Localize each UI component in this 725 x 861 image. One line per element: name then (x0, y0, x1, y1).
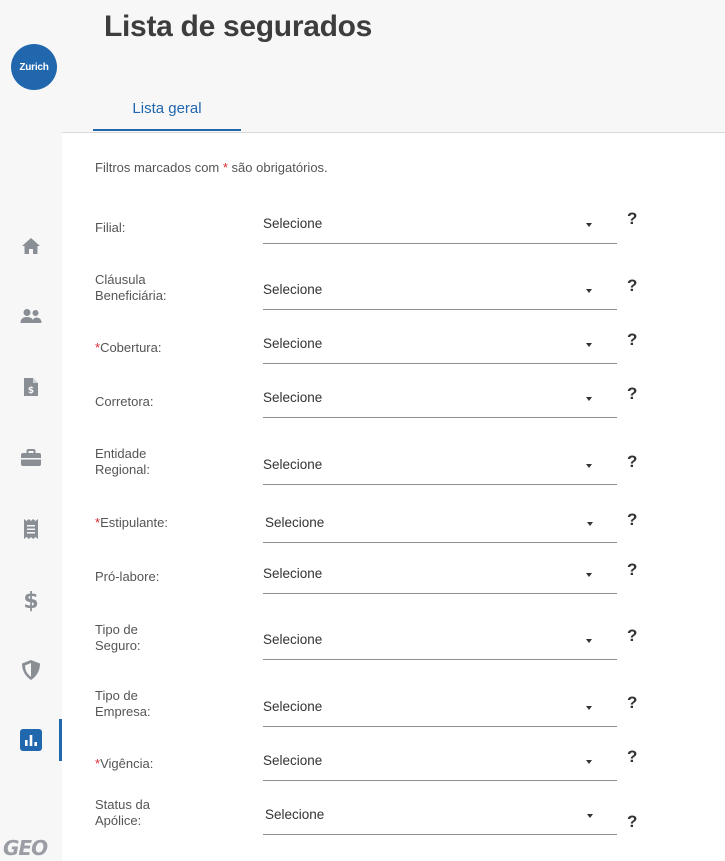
select-value: Selecione (263, 566, 323, 581)
nav-users[interactable] (0, 296, 62, 336)
filter-label: Entidade Regional: (95, 446, 185, 478)
filter-label-text: Corretora: (95, 394, 154, 409)
select-value: Selecione (263, 282, 323, 297)
caret-down-icon (587, 522, 593, 526)
nav-insurance[interactable] (0, 650, 62, 690)
filter-select[interactable]: Selecione (263, 210, 617, 244)
active-nav-indicator (59, 719, 62, 761)
geo-logo: GEO (3, 836, 48, 860)
select-value: Selecione (263, 457, 323, 472)
help-icon[interactable]: ? (627, 812, 637, 832)
filter-label-text: Vigência: (100, 756, 154, 771)
sidebar: Zurich $ $ GEO (0, 0, 62, 861)
select-value: Selecione (265, 515, 325, 530)
help-icon[interactable]: ? (627, 693, 637, 713)
caret-down-icon (586, 289, 592, 293)
document-dollar-icon: $ (24, 378, 38, 396)
nav-receipts[interactable] (0, 509, 62, 549)
caret-down-icon (586, 464, 592, 468)
help-icon[interactable]: ? (627, 209, 637, 229)
filter-label-text: Tipo de Seguro: (95, 622, 141, 653)
filter-label: Tipo de Seguro: (95, 622, 185, 654)
help-icon[interactable]: ? (627, 626, 637, 646)
shield-icon (22, 660, 40, 680)
help-icon[interactable]: ? (627, 276, 637, 296)
caret-down-icon (586, 397, 592, 401)
nav-billing[interactable]: $ (0, 367, 62, 407)
filter-select[interactable]: Selecione (263, 509, 617, 543)
filter-select[interactable]: Selecione (263, 330, 617, 364)
caret-down-icon (586, 573, 592, 577)
filter-select[interactable]: Selecione (263, 451, 617, 485)
page-header: Lista de segurados Lista geral (62, 0, 725, 133)
note-text-end: são obrigatórios. (227, 160, 328, 175)
caret-down-icon (586, 760, 592, 764)
help-icon[interactable]: ? (627, 510, 637, 530)
filter-label-text: Entidade Regional: (95, 446, 150, 477)
help-icon[interactable]: ? (627, 560, 637, 580)
tab-lista-geral[interactable]: Lista geral (93, 90, 241, 131)
nav-business[interactable] (0, 438, 62, 478)
help-icon[interactable]: ? (627, 747, 637, 767)
required-filters-note: Filtros marcados com * são obrigatórios. (95, 160, 328, 175)
filter-select[interactable]: Selecione (263, 626, 617, 660)
help-icon[interactable]: ? (627, 330, 637, 350)
filter-label-text: Filial: (95, 220, 126, 235)
filter-label: Corretora: (95, 394, 245, 410)
users-icon (20, 309, 42, 323)
filter-label-text: Pró-labore: (95, 569, 160, 584)
filter-label: Cláusula Beneficiária: (95, 272, 185, 304)
filter-select[interactable]: Selecione (263, 747, 617, 781)
filter-select[interactable]: Selecione (263, 801, 617, 835)
filter-label: Status da Apólice: (95, 797, 185, 829)
dollar-icon: $ (24, 589, 38, 612)
select-value: Selecione (263, 216, 323, 231)
caret-down-icon (586, 223, 592, 227)
page-title: Lista de segurados (104, 10, 373, 43)
briefcase-icon (21, 449, 41, 466)
help-icon[interactable]: ? (627, 384, 637, 404)
caret-down-icon (586, 706, 592, 710)
tab-label: Lista geral (132, 100, 202, 117)
filter-label: *Vigência: (95, 756, 245, 772)
caret-down-icon (586, 343, 592, 347)
svg-text:$: $ (28, 386, 34, 396)
nav-reports[interactable] (0, 720, 62, 760)
nav-finance[interactable]: $ (0, 580, 62, 620)
select-value: Selecione (263, 753, 323, 768)
filter-label: *Estipulante: (95, 515, 245, 531)
filter-select[interactable]: Selecione (263, 276, 617, 310)
caret-down-icon (586, 639, 592, 643)
filter-label: Tipo de Empresa: (95, 688, 185, 720)
receipt-icon (24, 519, 38, 539)
zurich-logo[interactable]: Zurich (11, 44, 57, 90)
select-value: Selecione (263, 336, 323, 351)
filter-label-text: Status da Apólice: (95, 797, 150, 828)
select-value: Selecione (263, 699, 323, 714)
filter-label-text: Tipo de Empresa: (95, 688, 151, 719)
help-icon[interactable]: ? (627, 452, 637, 472)
filter-label-text: Estipulante: (100, 515, 168, 530)
filter-label: *Cobertura: (95, 340, 245, 356)
filter-label: Filial: (95, 220, 245, 236)
home-icon (22, 238, 40, 254)
filter-label-text: Cobertura: (100, 340, 162, 355)
note-text: Filtros marcados com (95, 160, 223, 175)
select-value: Selecione (263, 632, 323, 647)
svg-text:$: $ (24, 589, 38, 612)
filter-select[interactable]: Selecione (263, 384, 617, 418)
nav-home[interactable] (0, 226, 62, 266)
bar-chart-icon (20, 729, 42, 751)
select-value: Selecione (265, 807, 325, 822)
select-value: Selecione (263, 390, 323, 405)
caret-down-icon (587, 814, 593, 818)
filter-label: Pró-labore: (95, 569, 245, 585)
filter-select[interactable]: Selecione (263, 693, 617, 727)
filter-select[interactable]: Selecione (263, 560, 617, 594)
filter-label-text: Cláusula Beneficiária: (95, 272, 167, 303)
